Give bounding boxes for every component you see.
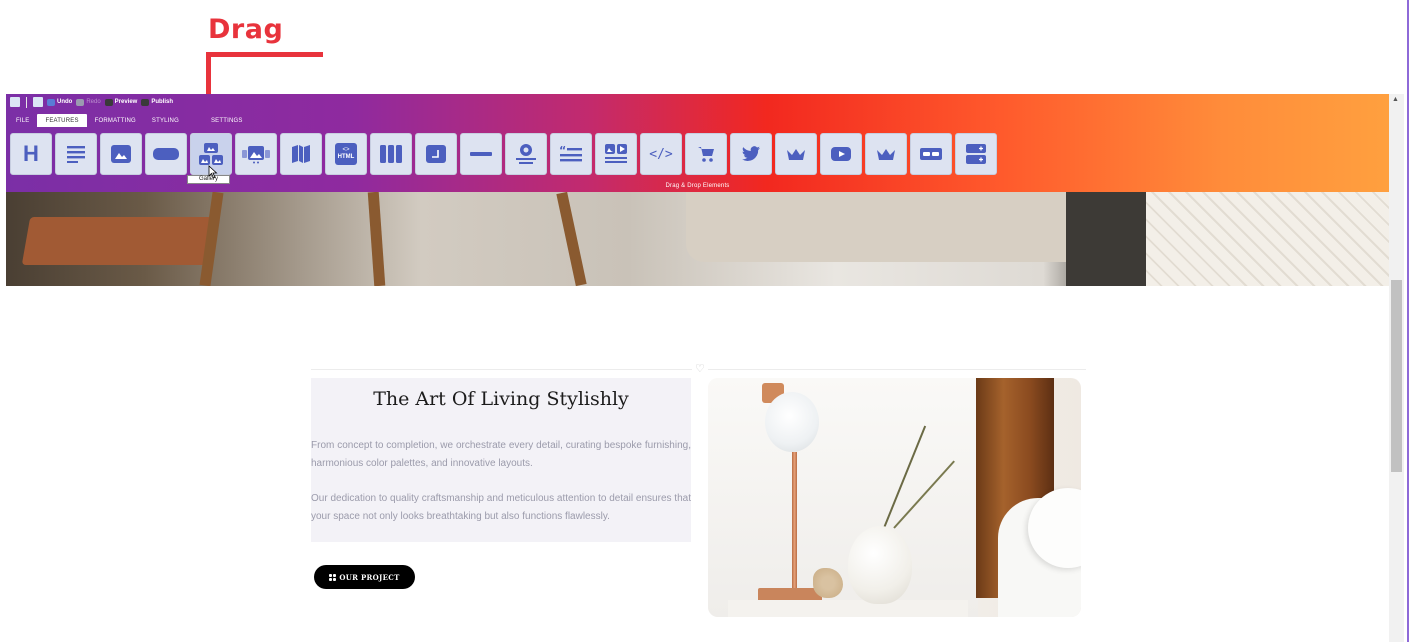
drag-annotation-label: Drag (208, 14, 284, 45)
photo-bulb (765, 392, 819, 452)
element-accordion-button[interactable] (955, 133, 997, 175)
element-icon-box-button[interactable] (505, 133, 547, 175)
youtube-icon (831, 147, 851, 161)
text-lines-icon (67, 146, 85, 163)
editor-toolbar: Undo Redo Preview Publish FILE FEATURES … (6, 94, 1389, 192)
twitter-icon (742, 146, 760, 161)
html-code-icon: <> HTML (335, 143, 357, 165)
element-youtube-button[interactable] (820, 133, 862, 175)
element-code-button[interactable]: </> (640, 133, 682, 175)
drag-arrow-horizontal (206, 52, 323, 57)
tab-file[interactable]: FILE (8, 114, 37, 127)
section-heading: The Art Of Living Stylishly (373, 388, 629, 410)
element-slider-button[interactable] (235, 133, 277, 175)
cart-icon (698, 147, 714, 162)
heading-icon: H (23, 141, 39, 166)
element-cart-button[interactable] (685, 133, 727, 175)
photo-vase (848, 526, 912, 604)
photo-wall (708, 378, 978, 617)
photo-coral (813, 568, 843, 598)
eye-icon (104, 98, 113, 106)
map-icon (292, 145, 310, 163)
preview-button[interactable]: Preview (104, 98, 137, 106)
tab-styling[interactable]: STYLING (144, 114, 187, 127)
element-button-button[interactable] (145, 133, 187, 175)
hero-image (6, 192, 1389, 286)
element-image-button[interactable] (100, 133, 142, 175)
divider-icon (470, 152, 492, 156)
page-scrollbar[interactable] (1389, 94, 1404, 642)
photo-table (728, 600, 968, 617)
scrollbar-thumb[interactable] (1391, 280, 1402, 472)
app-logo-icon (10, 97, 20, 107)
mouse-cursor-icon (208, 165, 218, 179)
window-edge (1407, 0, 1409, 642)
code-icon: </> (649, 146, 673, 162)
publish-icon (141, 98, 150, 106)
element-divider-button[interactable] (460, 133, 502, 175)
palette-footer-label: Drag & Drop Elements (665, 183, 730, 189)
undo-icon (47, 98, 55, 106)
blanket (1066, 192, 1146, 286)
element-media-text-button[interactable] (595, 133, 637, 175)
element-spacer-button[interactable] (910, 133, 952, 175)
quick-actions-bar: Undo Redo Preview Publish (6, 94, 173, 110)
button-icon (153, 148, 179, 160)
ottoman (686, 192, 1086, 262)
redo-button[interactable]: Redo (76, 98, 101, 106)
section-paragraph-1: From concept to completion, we orchestra… (311, 440, 691, 469)
redo-icon (76, 98, 85, 106)
photo-lamp-rod (792, 452, 797, 597)
media-text-icon (605, 144, 627, 163)
element-crown-2-button[interactable] (865, 133, 907, 175)
tab-formatting[interactable]: FORMATTING (87, 114, 144, 127)
toolbar-tabs: FILE FEATURES FORMATTING STYLING SETTING… (6, 114, 251, 127)
page: Drag Undo Redo Preview Publish FILE FEAT… (0, 0, 1411, 642)
element-twitter-button[interactable] (730, 133, 772, 175)
rug (1146, 192, 1389, 286)
section-paragraph-2: Our dedication to quality craftsmanship … (311, 493, 691, 522)
spacer-icon (920, 148, 942, 160)
our-project-label: OUR PROJECT (339, 572, 400, 582)
chair-leg (556, 192, 587, 286)
chair-seat (21, 217, 221, 265)
scroll-up-arrow-icon[interactable]: ▲ (1392, 96, 1399, 103)
element-columns-button[interactable] (370, 133, 412, 175)
toolbar-separator (26, 96, 27, 108)
element-palette: H <> HTML “ </> (10, 133, 997, 175)
element-crown-button[interactable] (775, 133, 817, 175)
our-project-button[interactable]: OUR PROJECT (314, 565, 415, 589)
gallery-icon (199, 143, 223, 165)
accordion-icon (966, 144, 986, 164)
save-icon[interactable] (33, 97, 43, 107)
interior-photo (708, 378, 1081, 617)
box-icon (426, 145, 446, 163)
tab-features[interactable]: FEATURES (37, 114, 87, 127)
element-text-button[interactable] (55, 133, 97, 175)
element-box-button[interactable] (415, 133, 457, 175)
crown-icon (877, 149, 895, 160)
image-icon (111, 145, 131, 163)
element-quote-button[interactable]: “ (550, 133, 592, 175)
crown-icon (787, 149, 805, 160)
heart-icon: ♡ (692, 362, 708, 375)
element-html-button[interactable]: <> HTML (325, 133, 367, 175)
element-map-button[interactable] (280, 133, 322, 175)
icon-box-icon (516, 144, 536, 164)
publish-button[interactable]: Publish (141, 98, 173, 106)
image-slider-icon (242, 146, 270, 164)
tab-settings[interactable]: SETTINGS (187, 114, 251, 127)
quote-icon: “ (559, 145, 582, 162)
chair-leg (367, 192, 386, 286)
grid-icon (329, 573, 337, 581)
undo-button[interactable]: Undo (47, 98, 72, 106)
columns-icon (380, 145, 402, 163)
element-heading-button[interactable]: H (10, 133, 52, 175)
